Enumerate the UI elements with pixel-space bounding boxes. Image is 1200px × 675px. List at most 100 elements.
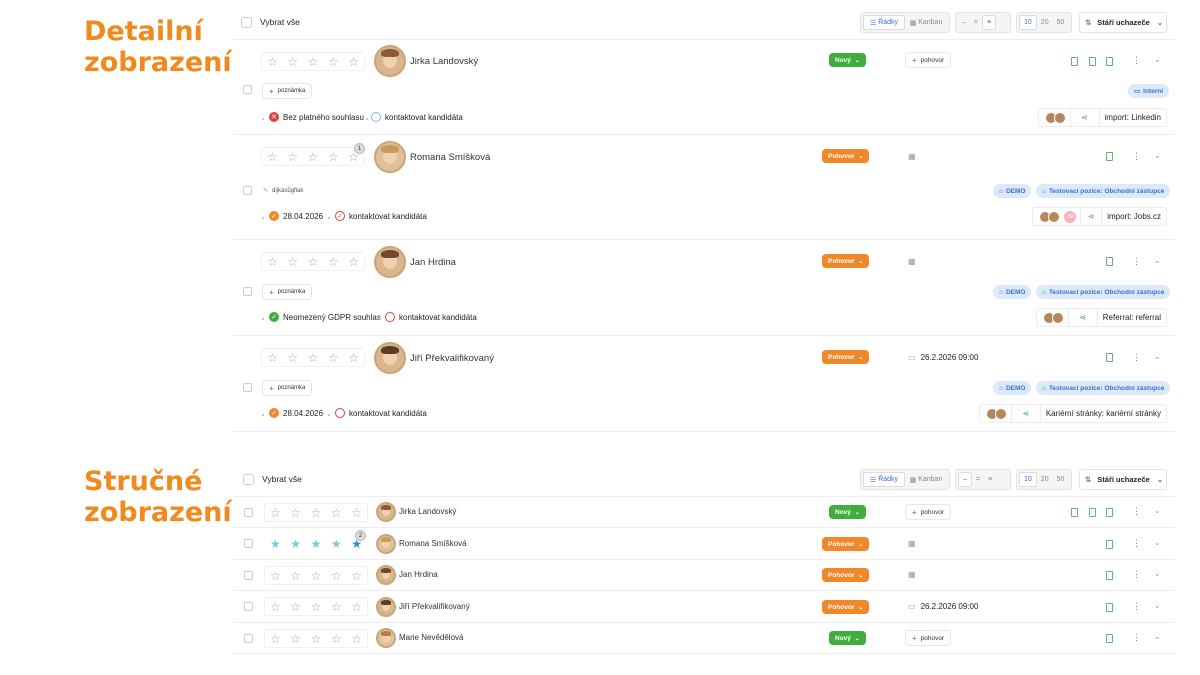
star-icon[interactable]: ☆ [287,151,298,163]
row-checkbox[interactable] [244,602,253,611]
star-icon[interactable]: ☆ [270,601,281,613]
calendar-icon[interactable]: ▦ [908,257,916,266]
rating-stars[interactable]: ☆ ☆ ☆ ☆ ☆ [261,52,365,71]
avatar[interactable] [374,246,406,278]
contact-task[interactable]: kontaktovat kandidáta [335,408,427,418]
document-icon[interactable] [1106,603,1113,612]
add-interview-button[interactable]: + pohovor [905,504,952,520]
candidate-name[interactable]: Romana Smíšková [410,152,490,163]
tag-pill[interactable]: ⌂ Testovací pozice: Obchodní zástupce [1036,285,1171,299]
avatar[interactable] [374,141,406,173]
more-menu-icon[interactable]: ⋮ [1132,538,1141,549]
page-size-10[interactable]: 10 [1019,15,1037,30]
consent-status[interactable]: ✓ 28.04.2026 [269,211,323,221]
star-icon[interactable]: ☆ [311,570,322,582]
sort-select[interactable]: ⇅ Stáří uchazeče ⌄ [1079,469,1167,490]
star-icon[interactable]: ☆ [308,352,319,364]
document-icon[interactable] [1106,57,1113,66]
avatar[interactable] [376,597,396,617]
status-badge[interactable]: Nový ⌄ [829,505,866,519]
density-medium-button[interactable]: = [972,472,984,487]
rating-stars[interactable]: ☆ ☆ ☆ ☆ ☆ [264,566,368,585]
avatar[interactable] [376,565,396,585]
status-badge[interactable]: Nový ⌄ [829,53,866,67]
candidate-name[interactable]: Romana Smíšková [399,539,467,548]
view-rows-button[interactable]: ☰ Řádky [863,472,905,487]
rating-stars[interactable]: ☆ ☆ ☆ ☆ ☆ [261,252,365,271]
interview-date[interactable]: ▭ 26.2.2026 09:00 [908,353,978,362]
more-menu-icon[interactable]: ⋮ [1132,55,1141,66]
row-checkbox[interactable] [244,571,253,580]
avatar[interactable] [376,534,396,554]
document-icon[interactable] [1106,571,1113,580]
more-menu-icon[interactable]: ⋮ [1132,569,1141,580]
avatar[interactable] [374,45,406,77]
tag-pill[interactable]: ⌂ DEMO [993,184,1032,198]
expand-chevron-icon[interactable]: ⌄ [1154,55,1161,64]
document-icon[interactable] [1106,634,1113,643]
star-icon[interactable]: ☆ [351,601,362,613]
consent-status[interactable]: ✓ 28.04.2026 [269,408,323,418]
star-icon[interactable]: ☆ [351,507,362,519]
star-icon[interactable]: ☆ [287,352,298,364]
density-large-button[interactable]: ≡ [982,15,997,30]
more-menu-icon[interactable]: ⋮ [1132,256,1141,267]
star-icon[interactable]: ☆ [308,256,319,268]
rating-stars[interactable]: ☆ ☆ ☆ ☆ ☆ [264,629,368,648]
tag-pill[interactable]: ▭ Interní [1128,84,1170,98]
view-kanban-button[interactable]: ▦ Kanban [905,15,947,30]
star-icon[interactable]: ☆ [267,151,278,163]
document-icon[interactable] [1106,257,1113,266]
star-icon[interactable]: ☆ [348,56,359,68]
avatar[interactable] [374,342,406,374]
star-icon[interactable]: ★ [290,538,301,550]
page-size-10[interactable]: 10 [1019,472,1037,487]
candidate-name[interactable]: Jirka Landovský [399,507,456,516]
status-badge[interactable]: Pohovor ⌄ [822,149,870,163]
table-row[interactable]: ☆ ☆ ☆ ☆ ☆ Jiří Překvalifikovaný Pohovor ⌄ ▭ 26… [233,591,1175,623]
calendar-icon[interactable]: ▦ [908,570,916,579]
star-icon[interactable]: ☆ [290,601,301,613]
expand-chevron-icon[interactable]: ⌄ [1154,256,1161,265]
sort-select[interactable]: ⇅ Stáří uchazeče ⌄ [1079,12,1167,33]
row-checkbox[interactable] [244,539,253,548]
candidate-name[interactable]: Marie Nevědělová [399,633,463,642]
add-note-button[interactable]: + poznámka [262,83,313,99]
status-badge[interactable]: Pohovor ⌄ [822,568,870,582]
tag-pill[interactable]: ⌂ Testovací pozice: Obchodní zástupce [1036,184,1171,198]
star-icon[interactable]: ☆ [290,570,301,582]
density-medium-button[interactable]: = [970,15,982,30]
rating-stars[interactable]: ☆ ☆ ☆ ☆ ☆ [261,348,365,367]
star-icon[interactable]: ☆ [331,507,342,519]
document-icon[interactable] [1089,508,1096,517]
star-icon[interactable]: ☆ [328,352,339,364]
star-icon[interactable]: ★ [270,538,281,550]
contact-task[interactable]: kontaktovat kandidáta [371,112,463,122]
star-icon[interactable]: ☆ [331,633,342,645]
document-icon[interactable] [1106,353,1113,362]
tag-pill[interactable]: ⌂ DEMO [993,285,1032,299]
star-icon[interactable]: ☆ [331,601,342,613]
share-icon[interactable]: ⋖ [1067,309,1098,326]
star-icon[interactable]: ☆ [348,352,359,364]
more-menu-icon[interactable]: ⋮ [1132,601,1141,612]
star-icon[interactable]: ☆ [287,56,298,68]
tag-pill[interactable]: ⌂ Testovací pozice: Obchodní zástupce [1036,381,1171,395]
candidate-name[interactable]: Jiří Překvalifikovaný [410,353,494,364]
density-compact-button[interactable]: – [958,472,972,487]
tag-pill[interactable]: ⌂ DEMO [993,381,1032,395]
star-icon[interactable]: ☆ [311,507,322,519]
row-checkbox[interactable] [244,508,253,517]
select-all-checkbox[interactable] [241,17,252,28]
add-interview-button[interactable]: + pohovor [905,52,952,68]
star-icon[interactable]: ☆ [348,256,359,268]
interview-date[interactable]: ▭ 26.2.2026 09:00 [908,602,978,611]
contact-task[interactable]: kontaktovat kandidáta [385,312,477,322]
star-icon[interactable]: ★ [331,538,342,550]
page-size-50[interactable]: 50 [1053,472,1069,487]
rating-stars[interactable]: ☆ ☆ ☆ ☆ ☆ [264,503,368,522]
status-badge[interactable]: Pohovor ⌄ [822,537,870,551]
star-icon[interactable]: ☆ [328,256,339,268]
share-icon[interactable]: ⋖ [1069,109,1100,126]
star-icon[interactable]: ☆ [311,633,322,645]
